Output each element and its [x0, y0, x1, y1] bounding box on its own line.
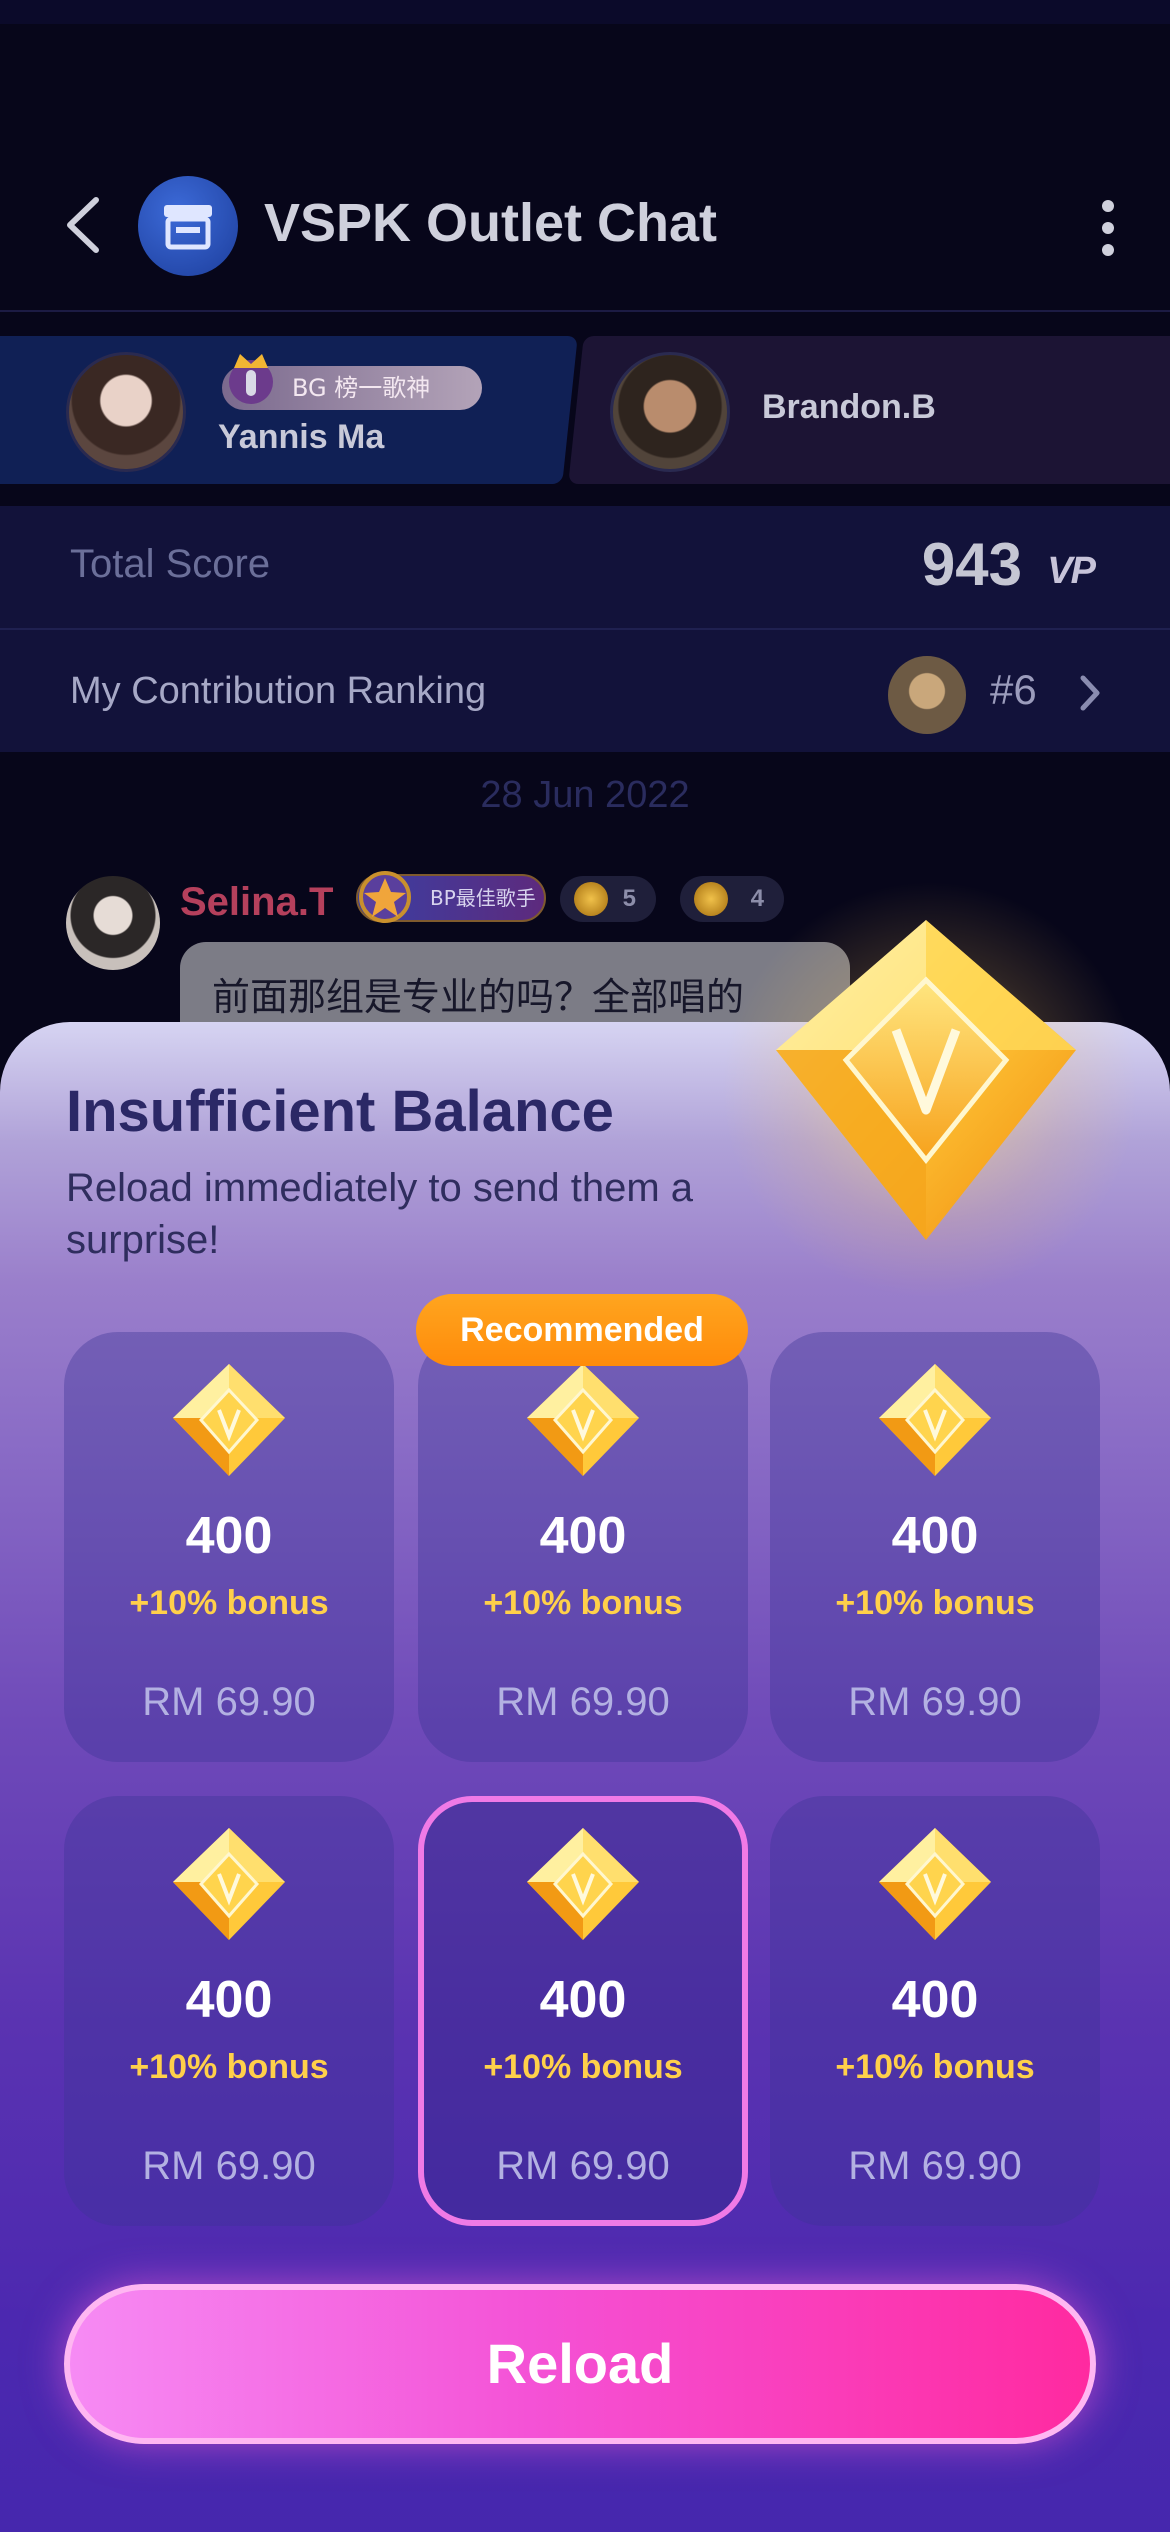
avatar[interactable] — [610, 352, 730, 472]
package-bonus: +10% bonus — [129, 1584, 329, 1622]
package-bonus: +10% bonus — [129, 2048, 329, 2086]
package-amount: 400 — [891, 1971, 979, 2029]
package-amount: 400 — [185, 1507, 273, 1565]
package-bonus: +10% bonus — [835, 1584, 1035, 1622]
app-screen: VSPK Outlet Chat BG 榜一歌神 Yannis Ma Brand… — [0, 0, 1170, 2532]
more-vertical-icon[interactable] — [1100, 200, 1116, 260]
recommended-badge: Recommended — [416, 1294, 748, 1366]
diamond-gem-icon — [879, 1364, 991, 1476]
package-price: RM 69.90 — [142, 2144, 316, 2188]
room-avatar[interactable] — [138, 176, 238, 276]
package-bonus: +10% bonus — [835, 2048, 1035, 2086]
package-bonus: +10% bonus — [483, 2048, 683, 2086]
package-amount: 400 — [539, 1507, 627, 1565]
sheet-subtitle: Reload immediately to send them a surpri… — [66, 1166, 693, 1262]
store-icon — [164, 205, 212, 250]
package-price: RM 69.90 — [496, 1680, 670, 1724]
chevron-right-icon — [1080, 675, 1100, 711]
package-amount: 400 — [539, 1971, 627, 2029]
package-bonus: +10% bonus — [483, 1584, 683, 1622]
diamond-gem-icon — [879, 1828, 991, 1940]
package-amount: 400 — [891, 1507, 979, 1565]
score-value: 943 — [921, 531, 1022, 598]
status-bar — [0, 0, 1170, 24]
singer-bar: BG 榜一歌神 Yannis Ma Brandon.B — [0, 336, 1170, 486]
diamond-gem-icon — [527, 1364, 639, 1476]
diamond-gem-icon — [173, 1828, 285, 1940]
package-card[interactable]: 400 +10% bonus RM 69.90 — [770, 1796, 1100, 2226]
package-price: RM 69.90 — [848, 2144, 1022, 2188]
sheet-title: Insufficient Balance — [66, 1079, 614, 1144]
package-card[interactable]: 400 +10% bonus RM 69.90 — [64, 1332, 394, 1762]
chevron-left-icon[interactable] — [62, 194, 104, 256]
package-card[interactable]: 400 +10% bonus RM 69.90 — [64, 1796, 394, 2226]
vp-logo: VP — [1047, 550, 1096, 592]
package-price: RM 69.90 — [142, 1680, 316, 1724]
total-score-row: Total Score 943 VP — [0, 506, 1170, 628]
avatar — [888, 656, 966, 734]
avatar[interactable] — [66, 352, 186, 472]
level-badge: 5 — [560, 876, 656, 922]
singer-name: Brandon.B — [762, 388, 936, 426]
score-label: Total Score — [70, 542, 271, 586]
page-title: VSPK Outlet Chat — [264, 193, 718, 253]
medal-icon — [574, 882, 608, 916]
package-card[interactable]: 400 +10% bonus RM 69.90 — [418, 1332, 748, 1762]
trophy-badge-icon — [359, 871, 411, 923]
package-price: RM 69.90 — [496, 2144, 670, 2188]
ranking-label: My Contribution Ranking — [70, 670, 487, 712]
avatar[interactable] — [66, 876, 160, 970]
diamond-gem-icon — [173, 1364, 285, 1476]
level-value: 5 — [622, 885, 636, 912]
microphone-crown-icon — [229, 354, 273, 404]
ranking-value: #6 — [990, 666, 1037, 713]
sender-name[interactable]: Selina.T — [180, 880, 333, 925]
package-card[interactable]: 400 +10% bonus RM 69.90 — [770, 1332, 1100, 1762]
package-amount: 400 — [185, 1971, 273, 2029]
divider — [0, 310, 1170, 312]
singer-name: Yannis Ma — [218, 418, 385, 456]
reload-button[interactable]: Reload — [64, 2284, 1096, 2444]
chat-date: 28 Jun 2022 — [480, 774, 690, 816]
package-price: RM 69.90 — [848, 1680, 1022, 1724]
medal-icon — [694, 882, 728, 916]
diamond-gem-icon — [776, 920, 1076, 1240]
package-card-selected[interactable]: 400 +10% bonus RM 69.90 — [418, 1796, 748, 2226]
diamond-gem-icon — [527, 1828, 639, 1940]
chat-header: VSPK Outlet Chat — [0, 150, 1170, 310]
contribution-ranking-row[interactable]: My Contribution Ranking #6 — [0, 630, 1170, 752]
